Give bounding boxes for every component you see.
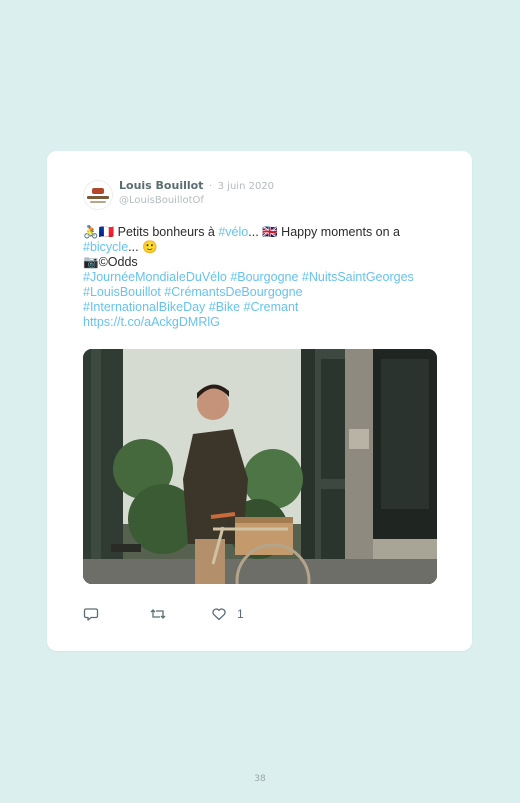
tweet-text-part: 🚴🇫🇷 Petits bonheurs à bbox=[83, 225, 219, 239]
hashtags-line[interactable]: #JournéeMondialeDuVélo #Bourgogne #Nuits… bbox=[83, 270, 443, 285]
tweet-line-1: 🚴🇫🇷 Petits bonheurs à #vélo... 🇬🇧 Happy … bbox=[83, 225, 443, 240]
photo-illustration bbox=[83, 349, 437, 584]
separator-dot: · bbox=[208, 181, 213, 192]
tweet-text-part: ... 🇬🇧 Happy moments on a bbox=[248, 225, 400, 239]
hashtags-line[interactable]: #LouisBouillot #CrémantsDeBourgogne bbox=[83, 285, 443, 300]
tweet-text: 🚴🇫🇷 Petits bonheurs à #vélo... 🇬🇧 Happy … bbox=[83, 225, 443, 330]
avatar[interactable] bbox=[83, 180, 113, 210]
tweet-actions: 1 bbox=[83, 606, 244, 622]
reply-icon bbox=[83, 608, 99, 621]
hashtag-link[interactable]: #vélo bbox=[218, 225, 248, 239]
photo-credit: 📷©Odds bbox=[83, 255, 138, 269]
brand-logo-text bbox=[87, 196, 109, 199]
tweet-photo[interactable] bbox=[83, 349, 437, 584]
name-row: Louis Bouillot · 3 juin 2020 bbox=[119, 179, 274, 194]
retweet-button[interactable] bbox=[149, 606, 167, 622]
tweet-header: Louis Bouillot · 3 juin 2020 @LouisBouil… bbox=[83, 179, 274, 210]
tweet-line-2: #bicycle... 🙂 bbox=[83, 240, 443, 255]
tweet-date[interactable]: 3 juin 2020 bbox=[218, 181, 274, 192]
heart-icon bbox=[212, 608, 226, 621]
tweet-card: Louis Bouillot · 3 juin 2020 @LouisBouil… bbox=[47, 151, 472, 651]
author-block: Louis Bouillot · 3 juin 2020 @LouisBouil… bbox=[119, 179, 274, 207]
author-handle[interactable]: @LouisBouillotOf bbox=[119, 194, 274, 207]
author-name[interactable]: Louis Bouillot bbox=[119, 179, 203, 192]
brand-logo-subtext bbox=[90, 201, 106, 203]
tweet-url-link[interactable]: https://t.co/aAckgDMRlG bbox=[83, 315, 443, 330]
like-button[interactable]: 1 bbox=[211, 606, 244, 622]
hashtags-line[interactable]: #InternationalBikeDay #Bike #Cremant bbox=[83, 300, 443, 315]
brand-logo-mark bbox=[92, 188, 104, 194]
hashtag-link[interactable]: #bicycle bbox=[83, 240, 128, 254]
tweet-text-part: ... 🙂 bbox=[128, 240, 158, 254]
retweet-icon bbox=[150, 609, 166, 619]
reply-button[interactable] bbox=[83, 606, 99, 622]
like-count: 1 bbox=[237, 607, 244, 621]
page-number: 38 bbox=[254, 774, 266, 784]
